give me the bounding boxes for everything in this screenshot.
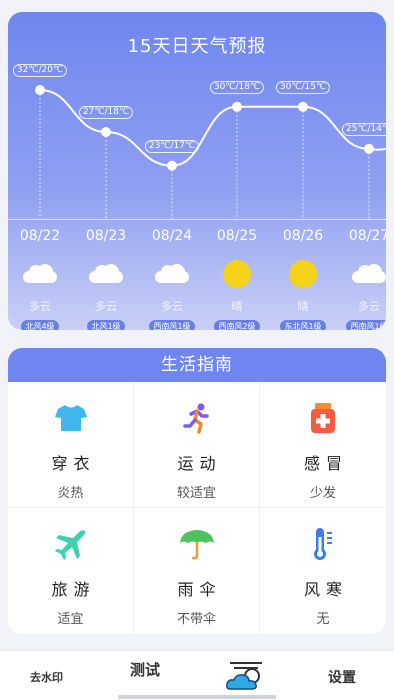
tab-settings[interactable]: 设置 [328, 667, 356, 687]
temperature-line [39, 89, 386, 167]
guide-item-name: 雨伞 [177, 580, 222, 599]
life-guide-grid: 穿衣 炎热 运动 较适宜 感冒 少发 旅游 适宜 雨伞 不带伞 风寒 无 [8, 382, 386, 634]
cloud-icon [352, 264, 386, 283]
forecast-condition: 多云 [358, 300, 380, 313]
wind-badge: 北风1级 [87, 320, 125, 330]
forecast-condition: 多云 [95, 300, 117, 313]
wind-badge: 北风4级 [21, 320, 59, 330]
guide-item-name: 运动 [177, 454, 222, 473]
weather-icon [226, 662, 262, 690]
tshirt-icon [53, 400, 89, 436]
guide-item-value: 不带伞 [176, 612, 216, 627]
forecast-date: 08/26 [282, 228, 324, 244]
wind-badge: 东北风1级 [280, 320, 326, 330]
forecast-condition: 多云 [161, 300, 183, 313]
temperature-label: 30℃/18℃ [209, 80, 265, 94]
sun-icon [223, 260, 251, 288]
forecast-date: 08/22 [19, 228, 61, 244]
forecast-icon [73, 254, 139, 294]
forecast-date: 08/24 [151, 228, 193, 244]
guide-item-value: 炎热 [57, 486, 84, 501]
forecast-condition: 多云 [29, 300, 51, 313]
temperature-label: 32℃/20℃ [12, 64, 68, 77]
forecast-day[interactable]: 08/24 多云 西南风1级 [139, 226, 205, 330]
forecast-day[interactable]: 08/23 多云 北风1级 [73, 226, 139, 330]
temperature-point [298, 101, 308, 112]
tab-test[interactable]: 测试 [130, 659, 160, 680]
temperature-point [167, 160, 177, 171]
forecast-date: 08/25 [216, 228, 258, 244]
umbrella-icon [179, 526, 215, 562]
temperature-point [232, 101, 242, 112]
forecast-day[interactable]: 08/26 晴 东北风1级 [270, 226, 336, 330]
guide-item-value: 少发 [309, 486, 336, 501]
temperature-point [101, 127, 111, 137]
forecast-date: 08/27 [348, 228, 386, 244]
forecast-day[interactable]: 08/25 晴 西南风2级 [204, 226, 270, 330]
forecast-icon [270, 254, 336, 294]
airplane-icon [53, 526, 89, 562]
home-indicator [118, 695, 276, 699]
cloud-icon [155, 264, 189, 283]
guide-item[interactable]: 感冒 少发 [260, 382, 386, 508]
cloud-icon [23, 264, 57, 283]
guide-item-name: 感冒 [303, 454, 348, 473]
guide-item[interactable]: 穿衣 炎热 [8, 382, 134, 508]
temperature-chart [35, 85, 386, 219]
guide-item[interactable]: 雨伞 不带伞 [134, 508, 260, 634]
medicine-icon [305, 400, 341, 436]
guide-item-value: 无 [316, 612, 330, 627]
guide-item-value: 适宜 [57, 612, 84, 627]
guide-item[interactable]: 旅游 适宜 [8, 508, 134, 634]
forecast-icon [204, 254, 270, 294]
cloud-icon [89, 264, 123, 283]
temperature-label: 30℃/15℃ [275, 80, 331, 94]
forecast-date: 08/23 [85, 228, 127, 244]
tab-weather[interactable] [224, 659, 268, 697]
wind-badge: 西南风1级 [346, 320, 386, 330]
wind-badge: 西南风1级 [149, 320, 195, 330]
bottom-nav: 去水印 测试 设置 [0, 650, 394, 700]
forecast-icon [8, 254, 73, 294]
temperature-point [364, 143, 374, 154]
guide-item[interactable]: 风寒 无 [260, 508, 386, 634]
forecast-condition: 晴 [297, 300, 309, 313]
guide-item-name: 风寒 [303, 580, 348, 599]
forecast-icon [139, 254, 205, 294]
forecast-day[interactable]: 08/22 多云 北风4级 [8, 226, 73, 330]
guide-item-name: 穿衣 [51, 454, 96, 473]
temperature-label: 23℃/17℃ [144, 139, 200, 153]
guide-item-value: 较适宜 [176, 486, 216, 501]
running-icon [179, 400, 215, 436]
forecast-icon [336, 254, 386, 294]
guide-item-name: 旅游 [51, 580, 96, 599]
forecast-card: 15天日天气预报 32℃/20℃ 27℃/18℃ 23℃/17℃ 30℃/18℃ 30℃… [8, 12, 386, 330]
life-guide-card: 生活指南 穿衣 炎热 运动 较适宜 感冒 少发 旅游 适宜 雨伞 不带伞 风寒 … [8, 348, 386, 634]
sun-icon [289, 260, 317, 288]
life-guide-title: 生活指南 [8, 348, 386, 382]
temperature-point [35, 85, 45, 95]
guide-item[interactable]: 运动 较适宜 [134, 382, 260, 508]
chart-baseline [8, 219, 386, 220]
tab-watermark[interactable]: 去水印 [30, 669, 63, 685]
forecast-day[interactable]: 08/27 多云 西南风1级 [336, 226, 386, 330]
temperature-label: 27℃/18℃ [78, 106, 134, 119]
forecast-condition: 晴 [231, 300, 243, 313]
wind-badge: 西南风2级 [214, 320, 260, 330]
thermometer-icon [305, 526, 341, 562]
temperature-label: 25℃/14℃ [341, 122, 386, 136]
